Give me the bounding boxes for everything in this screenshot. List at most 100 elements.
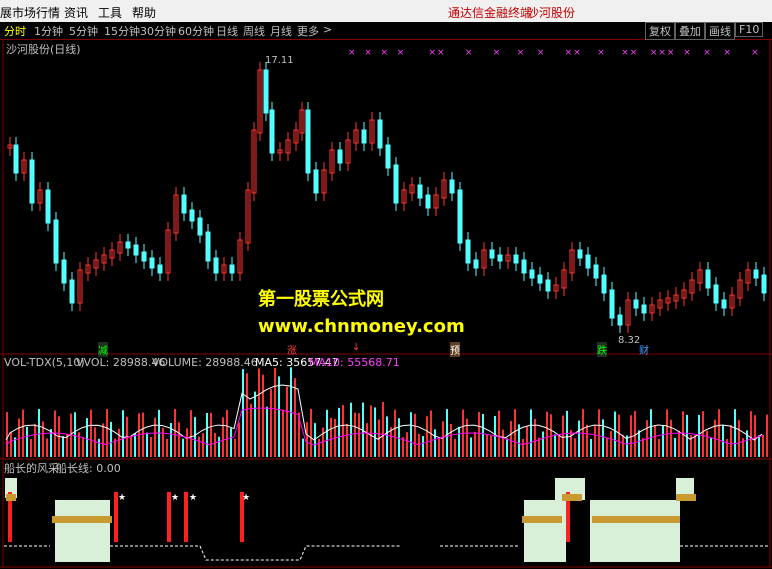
candle-body [205,231,211,262]
volume-bar [358,413,360,457]
volume-bar [406,432,408,457]
volume-bar [538,437,540,457]
volume-bar [610,431,612,457]
candle-body [263,69,269,114]
candle-body [513,254,519,264]
volume-bar [22,409,24,457]
volume-bar [410,412,412,457]
volume-bar [614,411,616,457]
candle-body [305,109,311,174]
candle-body [393,164,399,204]
chart-canvas[interactable]: ★ ★ ★ ★ [0,0,772,569]
marker-forecast[interactable]: 预 [450,342,460,357]
signal-marks: × × × × ×× × × × × ×× × ×× ××× × × × × [348,48,760,58]
volume-bar [606,437,608,457]
volume-bar [382,402,384,457]
volume-bar [306,422,308,457]
gold-band [562,494,582,501]
volume-bar [214,432,216,457]
marker-fall[interactable]: 跌 [597,342,607,357]
volume-bar [118,428,120,457]
volume-bar [134,433,136,457]
candle-body [69,279,75,304]
volume-bar [730,425,732,457]
volume-bar [594,425,596,457]
volume-bar [190,410,192,457]
volume-bar [694,435,696,457]
candle-body [457,189,463,244]
candle-body [269,109,275,154]
indicator-line-label: 船长线: 0.00 [56,462,121,475]
volume-bar [194,417,196,457]
candle-body [149,257,155,269]
volume-bar [622,434,624,457]
marker-down-arrow[interactable]: ↓ [352,342,360,353]
marker-finance[interactable]: 财 [639,342,649,357]
volume-bar [146,432,148,457]
volume-bar [10,431,12,457]
volume-bar [490,435,492,457]
candle-body [473,259,479,269]
volume-bar [266,406,268,457]
indicator-name[interactable]: 船长的风采 [4,460,59,476]
volume-bar [710,437,712,457]
volume-bar [250,403,252,457]
volume-bar [598,409,600,457]
volume-bar [570,430,572,457]
candle-body [449,179,455,194]
volume-bar [738,420,740,457]
volume-bar [6,412,8,457]
marker-reduce[interactable]: 减 [98,342,108,357]
volume-bar [666,409,668,457]
volume-bar [506,438,508,457]
volume-bar [558,435,560,457]
volume-bar [110,421,112,457]
volume-bar [46,438,48,457]
marker-rise[interactable]: 涨 [287,342,297,357]
volume-bar [766,414,768,457]
volume-bar [202,433,204,457]
volume-bar [670,419,672,457]
candle-body [529,269,535,279]
volume-bar [678,430,680,457]
volume-bar [246,373,248,457]
volume-bar [346,423,348,457]
volume-bar [590,438,592,457]
volume-bar [706,430,708,457]
volume-bar [338,407,340,457]
volume-bar [474,431,476,457]
indicator-block [590,500,680,562]
volume-bar [662,425,664,457]
volume-bar [458,426,460,457]
volume-bar [442,421,444,457]
volume-bar [350,402,352,457]
gold-band [52,516,112,523]
volume-bar [634,411,636,457]
volume-bar [482,413,484,457]
volume-bar [750,411,752,457]
volume-bar [122,410,124,457]
candle-body [377,119,383,149]
volume-bar [242,369,244,457]
volume-indicator-name[interactable]: VOL-TDX(5,10) [4,356,85,369]
candle-body [229,264,235,274]
candle-body [577,249,583,259]
volume-bar [602,419,604,457]
candle-body [385,144,391,169]
signal-bar [184,492,188,542]
volume-bar [174,409,176,457]
candle-body [641,304,647,314]
volume-bar [658,438,660,457]
volume-bar [30,438,32,457]
volume-bar [262,374,264,457]
volume-bar [374,407,376,457]
volume-bar [522,438,524,457]
candle-body [13,144,19,174]
volume-bar [726,438,728,457]
volume-bar [434,429,436,457]
volume-bar [166,438,168,457]
volume-bar [238,422,240,457]
volume-bar [654,425,656,457]
high-price-label: 17.11 [265,55,294,66]
volume-bar [198,436,200,457]
